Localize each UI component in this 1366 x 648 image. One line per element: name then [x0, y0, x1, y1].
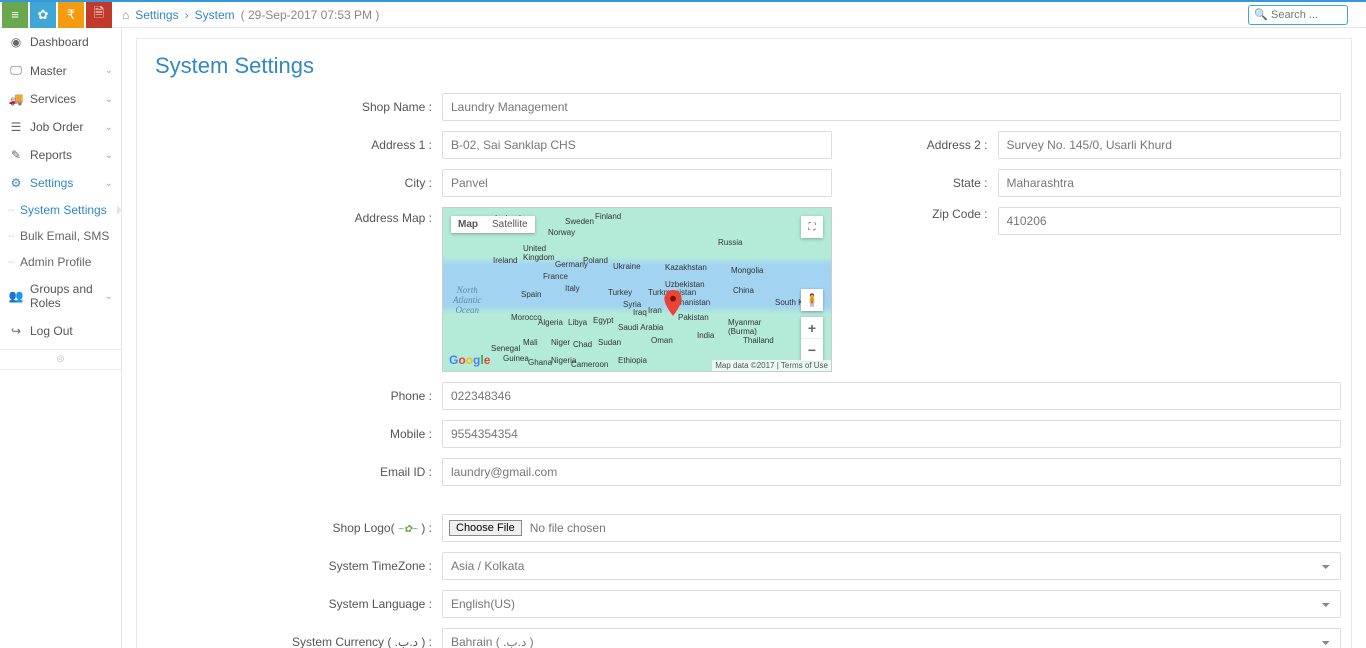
logo-thumbnail-icon: ~✿~ [398, 524, 418, 535]
select-timezone[interactable]: Asia / Kolkata [442, 552, 1341, 580]
quick-action-2[interactable]: ✿ [30, 2, 56, 28]
file-status: No file chosen [530, 521, 606, 535]
google-logo: Google [449, 353, 490, 367]
logout-icon: ↪ [8, 324, 24, 338]
map-fullscreen-button[interactable]: ⛶ [801, 216, 823, 238]
sub-system-settings[interactable]: System Settings [0, 197, 121, 223]
label-mobile: Mobile : [147, 427, 442, 441]
quick-action-1[interactable]: ≡ [2, 2, 28, 28]
chevron-down-icon: ⌄ [105, 291, 113, 302]
settings-submenu: System Settings Bulk Email, SMS Admin Pr… [0, 197, 121, 275]
label-language: System Language : [147, 597, 442, 611]
map-tab-map[interactable]: Map [451, 216, 485, 233]
label-state: State : [892, 176, 998, 190]
input-email[interactable] [442, 458, 1341, 486]
chevron-down-icon: ⌄ [105, 65, 113, 76]
nav-joborder[interactable]: ☰Job Order⌄ [0, 113, 121, 141]
label-currency: System Currency ( .د.ب ) : [147, 635, 442, 648]
quick-action-4[interactable]: 🗎 [86, 2, 112, 28]
nav-dashboard[interactable]: ◉Dashboard [0, 28, 121, 56]
topbar: ≡ ✿ ₹ 🗎 ⌂ Settings › System ( 29-Sep-201… [0, 0, 1366, 28]
sub-bulk-email[interactable]: Bulk Email, SMS [0, 223, 121, 249]
map-pegman-icon[interactable]: 🧍 [801, 289, 823, 311]
chevron-down-icon: ⌄ [105, 150, 113, 161]
label-email: Email ID : [147, 465, 442, 479]
chevron-down-icon: ⌄ [105, 122, 113, 133]
breadcrumb: ⌂ Settings › System ( 29-Sep-2017 07:53 … [122, 8, 379, 22]
label-address2: Address 2 : [892, 138, 998, 152]
breadcrumb-settings[interactable]: Settings [135, 8, 178, 22]
map-marker-icon [664, 290, 678, 304]
nav-logout[interactable]: ↪Log Out [0, 317, 121, 345]
address-map[interactable]: NorthAtlanticOcean Iceland Sweden Finlan… [442, 207, 832, 372]
input-city[interactable] [442, 169, 832, 197]
search-box: 🔍 [1248, 5, 1348, 25]
gear-icon: ⚙ [8, 176, 24, 190]
label-city: City : [147, 176, 442, 190]
map-zoom-out[interactable]: − [801, 339, 823, 361]
sub-admin-profile[interactable]: Admin Profile [0, 249, 121, 275]
input-address1[interactable] [442, 131, 832, 159]
dashboard-icon: ◉ [8, 35, 24, 49]
home-icon[interactable]: ⌂ [122, 8, 129, 22]
edit-icon: ✎ [8, 148, 24, 162]
quick-action-3[interactable]: ₹ [58, 2, 84, 28]
page-title: System Settings [137, 39, 1351, 93]
monitor-icon: 🖵 [8, 63, 24, 78]
input-address2[interactable] [998, 131, 1342, 159]
map-zoom-in[interactable]: + [801, 317, 823, 339]
select-language[interactable]: English(US) [442, 590, 1341, 618]
label-address-map: Address Map : [147, 207, 442, 225]
search-icon: 🔍 [1254, 8, 1268, 21]
choose-file-button[interactable]: Choose File [449, 520, 522, 536]
map-ocean-label: NorthAtlanticOcean [453, 286, 482, 316]
nav-settings[interactable]: ⚙Settings⌄ [0, 169, 121, 197]
map-tab-satellite[interactable]: Satellite [485, 216, 535, 233]
chevron-down-icon: ⌄ [105, 94, 113, 105]
nav-services[interactable]: 🚚Services⌄ [0, 85, 121, 113]
list-icon: ☰ [8, 120, 24, 134]
input-phone[interactable] [442, 382, 1341, 410]
breadcrumb-timestamp: ( 29-Sep-2017 07:53 PM ) [241, 8, 380, 22]
chevron-down-icon: ⌄ [105, 178, 113, 189]
select-currency[interactable]: Bahrain ( .د.ب ) [442, 628, 1341, 648]
nav-master[interactable]: 🖵Master⌄ [0, 56, 121, 85]
label-zip: Zip Code : [892, 207, 998, 221]
map-attribution: Map data ©2017 | Terms of Use [712, 360, 831, 371]
input-mobile[interactable] [442, 420, 1341, 448]
input-shop-name[interactable] [442, 93, 1341, 121]
sidebar: ◉Dashboard 🖵Master⌄ 🚚Services⌄ ☰Job Orde… [0, 28, 122, 648]
label-address1: Address 1 : [147, 138, 442, 152]
label-shop-name: Shop Name : [147, 100, 442, 114]
breadcrumb-system[interactable]: System [195, 8, 235, 22]
main-content: System Settings Shop Name : Address 1 : … [122, 28, 1366, 648]
label-timezone: System TimeZone : [147, 559, 442, 573]
map-zoom-controls: + − [801, 317, 823, 361]
map-type-tabs: Map Satellite [451, 216, 535, 233]
truck-icon: 🚚 [8, 92, 24, 106]
input-state[interactable] [998, 169, 1342, 197]
settings-panel: System Settings Shop Name : Address 1 : … [136, 38, 1352, 648]
users-icon: 👥 [8, 289, 24, 303]
nav-reports[interactable]: ✎Reports⌄ [0, 141, 121, 169]
nav-groups[interactable]: 👥Groups and Roles⌄ [0, 275, 121, 317]
label-shop-logo: Shop Logo( ~✿~ ) : [147, 521, 442, 535]
label-phone: Phone : [147, 389, 442, 403]
input-zip[interactable] [998, 207, 1342, 235]
quick-actions: ≡ ✿ ₹ 🗎 [0, 2, 114, 28]
sidebar-collapse-button[interactable]: ⧀ [0, 349, 121, 370]
